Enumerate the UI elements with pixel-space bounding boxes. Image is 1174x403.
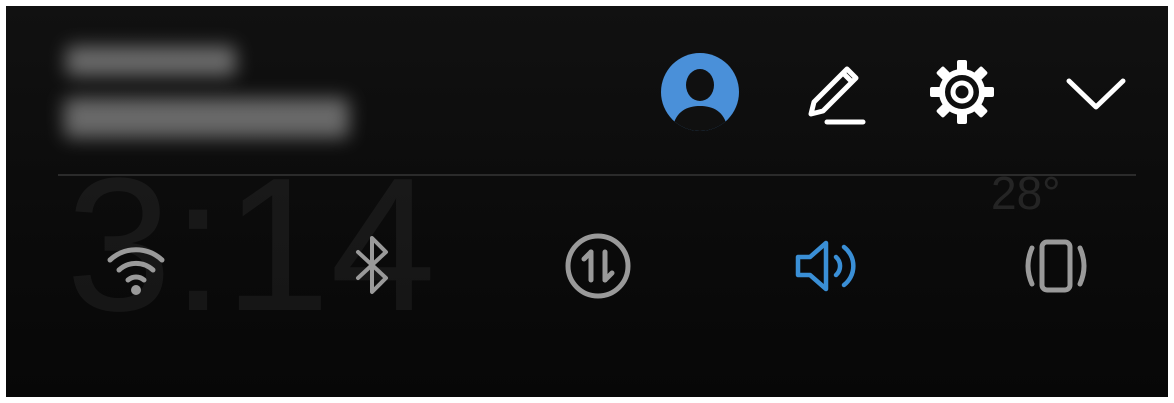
blurred-notification-body [64, 98, 349, 138]
vibrate-icon [1025, 239, 1087, 293]
settings-button[interactable] [922, 52, 1002, 132]
notification-shade: 3:14 28° [6, 6, 1168, 397]
sound-toggle[interactable] [786, 226, 866, 306]
mobile-data-icon [565, 233, 631, 299]
blurred-notification-title [66, 46, 236, 76]
pencil-icon [808, 66, 866, 125]
header-divider [58, 174, 1136, 176]
avatar-button[interactable] [660, 52, 740, 132]
wifi-toggle[interactable] [96, 226, 176, 306]
wifi-icon [107, 247, 165, 295]
user-avatar-icon [661, 53, 739, 131]
bluetooth-toggle[interactable] [332, 226, 412, 306]
mobile-data-toggle[interactable] [558, 226, 638, 306]
vibrate-toggle[interactable] [1016, 226, 1096, 306]
speaker-icon [795, 240, 856, 292]
bluetooth-icon [356, 236, 388, 294]
gear-icon [930, 60, 994, 124]
chevron-down-icon [1066, 78, 1126, 110]
edit-button[interactable] [796, 52, 876, 132]
collapse-button[interactable] [1056, 52, 1136, 132]
